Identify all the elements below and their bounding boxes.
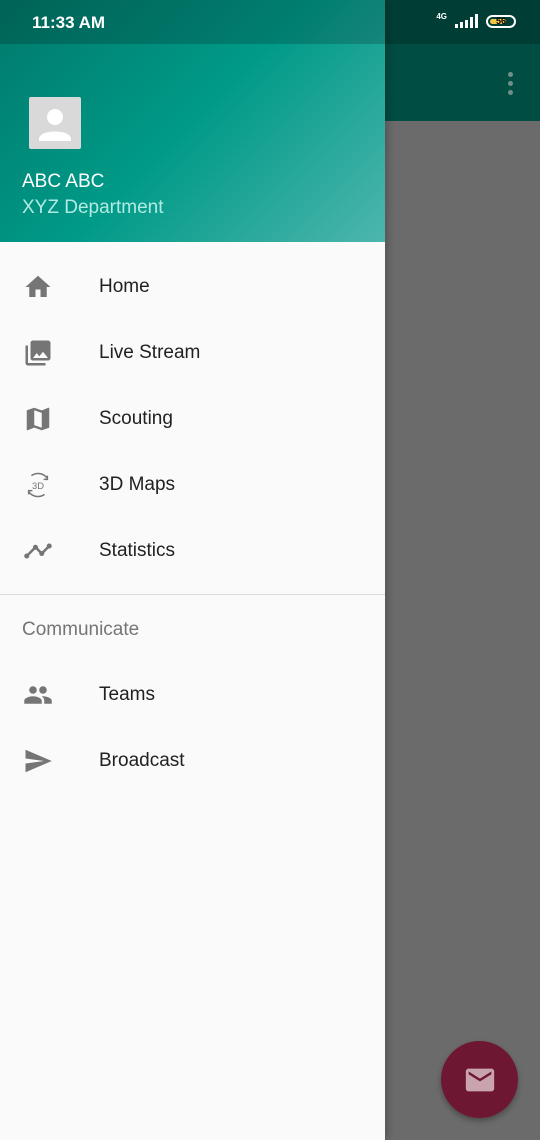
timeline-icon bbox=[22, 535, 54, 567]
email-icon bbox=[465, 1068, 494, 1091]
home-icon bbox=[22, 271, 54, 303]
navigation-drawer: 11:33 AM ABC ABC XYZ Department Home Liv… bbox=[0, 0, 385, 1140]
menu-item-broadcast[interactable]: Broadcast bbox=[0, 728, 385, 794]
people-icon bbox=[22, 679, 54, 711]
menu-item-teams[interactable]: Teams bbox=[0, 662, 385, 728]
menu-item-label: Home bbox=[99, 276, 150, 297]
menu-item-label: Broadcast bbox=[99, 750, 185, 771]
network-type: 4G bbox=[436, 11, 447, 21]
status-time: 11:33 AM bbox=[32, 13, 106, 32]
menu-item-home[interactable]: Home bbox=[0, 254, 385, 320]
section-title-communicate: Communicate bbox=[22, 619, 140, 640]
divider bbox=[0, 594, 385, 595]
communicate-menu: Teams Broadcast bbox=[0, 662, 385, 794]
menu-item-live-stream[interactable]: Live Stream bbox=[0, 320, 385, 386]
status-icons: 4G 56 bbox=[436, 11, 516, 28]
menu-item-label: Teams bbox=[99, 684, 155, 705]
avatar[interactable] bbox=[29, 97, 81, 149]
menu-item-3d-maps[interactable]: 3D 3D Maps bbox=[0, 452, 385, 518]
user-name: ABC ABC bbox=[22, 171, 105, 192]
menu-item-scouting[interactable]: Scouting bbox=[0, 386, 385, 452]
menu-item-label: 3D Maps bbox=[99, 474, 176, 495]
compose-email-button[interactable] bbox=[441, 1041, 518, 1118]
3d-rotation-icon: 3D bbox=[22, 469, 54, 501]
menu-item-label: Scouting bbox=[99, 408, 173, 429]
battery-level: 56 bbox=[495, 16, 506, 26]
photo-library-icon bbox=[22, 337, 54, 369]
svg-text:3D: 3D bbox=[32, 481, 44, 491]
more-options-icon[interactable] bbox=[508, 72, 514, 96]
map-icon bbox=[22, 403, 54, 435]
drawer-menu: Home Live Stream Scouting 3D 3D Maps Sta… bbox=[0, 254, 385, 584]
person-icon bbox=[39, 109, 71, 141]
menu-item-label: Live Stream bbox=[99, 342, 201, 363]
menu-item-label: Statistics bbox=[99, 540, 176, 561]
user-department: XYZ Department bbox=[22, 197, 164, 218]
drawer-header: 11:33 AM ABC ABC XYZ Department bbox=[0, 0, 385, 242]
signal-icon bbox=[455, 14, 478, 28]
send-icon bbox=[22, 745, 54, 777]
menu-item-statistics[interactable]: Statistics bbox=[0, 518, 385, 584]
battery-icon: 56 bbox=[486, 14, 516, 28]
